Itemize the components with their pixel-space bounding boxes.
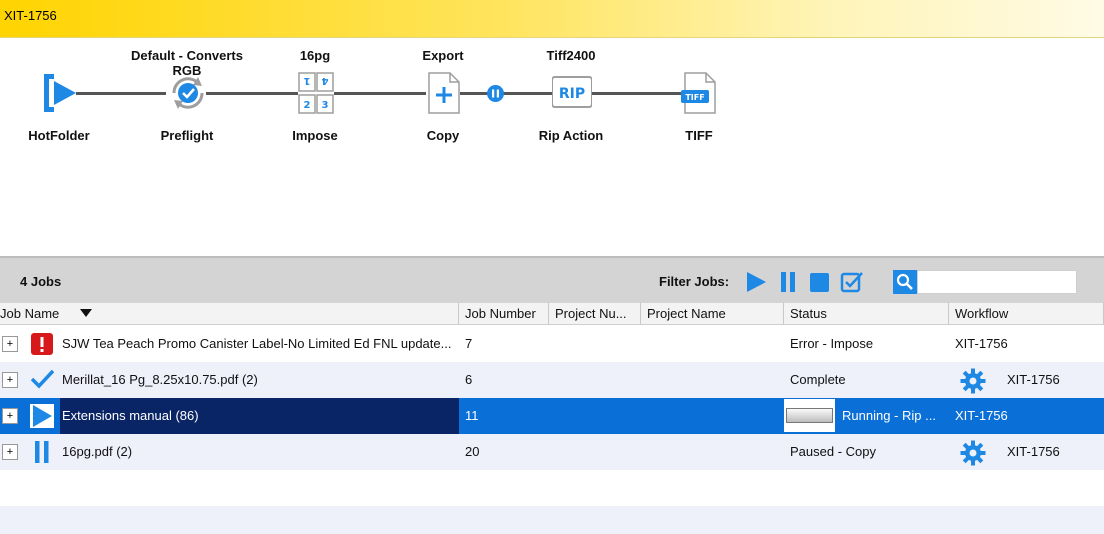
search-input[interactable] (917, 270, 1077, 294)
connector-line (592, 92, 682, 95)
node-bottom-label: Copy (426, 128, 460, 143)
error-icon (30, 332, 54, 356)
connector-line (206, 92, 298, 95)
node-bottom-label: TIFF (685, 128, 713, 143)
sort-descending-icon (80, 309, 92, 317)
filter-paused-button[interactable] (777, 270, 799, 294)
search-icon (896, 273, 913, 290)
node-top-label: 16pg (299, 48, 331, 63)
gear-icon[interactable] (960, 440, 986, 466)
preflight-icon (168, 71, 208, 115)
window-title: XIT-1756 (4, 8, 57, 23)
workflow-diagram: HotFolder Default - Converts RGB Preflig… (0, 38, 1104, 256)
node-bottom-label: Preflight (160, 128, 214, 143)
node-bottom-label: HotFolder (28, 128, 90, 143)
filter-running-button[interactable] (745, 270, 767, 294)
svg-text:1: 1 (303, 75, 310, 86)
column-label: Job Number (465, 306, 536, 321)
expand-button[interactable]: + (2, 408, 18, 424)
table-row[interactable]: + SJW Tea Peach Promo Canister Label-No … (0, 326, 1104, 362)
complete-check-icon (30, 368, 55, 392)
node-top-label: Tiff2400 (546, 48, 596, 63)
column-header-status[interactable]: Status (784, 303, 949, 325)
jobs-table-header: Job Name Job Number Project Nu... Projec… (0, 303, 1104, 325)
job-number: 7 (465, 336, 473, 351)
job-status: Error - Impose (790, 336, 874, 351)
column-label: Workflow (955, 306, 1009, 321)
svg-text:4: 4 (321, 75, 328, 86)
filter-jobs-label: Filter Jobs: (659, 274, 730, 289)
connector-line (460, 92, 552, 95)
jobs-toolbar: 4 Jobs Filter Jobs: (0, 256, 1104, 303)
column-header-project-number[interactable]: Project Nu... (549, 303, 641, 325)
job-workflow: XIT-1756 (1007, 372, 1060, 387)
job-name: SJW Tea Peach Promo Canister Label-No Li… (62, 336, 452, 351)
svg-text:2: 2 (304, 100, 311, 111)
progress-bar (784, 399, 835, 432)
job-status: Paused - Copy (790, 444, 876, 459)
job-workflow: XIT-1756 (955, 336, 1008, 351)
column-header-job-number[interactable]: Job Number (459, 303, 549, 325)
svg-text:RIP: RIP (559, 86, 585, 102)
job-number: 6 (465, 372, 473, 387)
column-label: Job Name (0, 306, 60, 321)
node-bottom-label: Impose (292, 128, 338, 143)
node-bottom-label: Rip Action (538, 128, 604, 143)
connector-line (334, 92, 426, 95)
svg-text:3: 3 (322, 100, 329, 111)
title-bar: XIT-1756 (0, 0, 1104, 38)
column-header-workflow[interactable]: Workflow (949, 303, 1104, 325)
column-header-project-name[interactable]: Project Name (641, 303, 784, 325)
node-top-label: Export (422, 48, 464, 63)
job-workflow: XIT-1756 (955, 408, 1008, 423)
search-button[interactable] (893, 270, 917, 294)
column-header-job-name[interactable]: Job Name (0, 303, 459, 325)
table-row[interactable]: + Merillat_16 Pg_8.25x10.75.pdf (2) 6 Co… (0, 362, 1104, 398)
copy-icon (424, 71, 464, 115)
job-workflow: XIT-1756 (1007, 444, 1060, 459)
job-status: Complete (790, 372, 846, 387)
expand-button[interactable]: + (2, 444, 18, 460)
connector-line (76, 92, 166, 95)
jobs-count: 4 Jobs (20, 274, 62, 289)
gear-icon[interactable] (960, 368, 986, 394)
job-number: 11 (465, 408, 479, 423)
job-number: 20 (465, 444, 480, 459)
job-name: 16pg.pdf (2) (62, 444, 133, 459)
job-status: Running - Rip ... (842, 408, 936, 423)
table-row-selected[interactable]: + Extensions manual (86) 11 Running - Ri… (0, 398, 1104, 434)
impose-icon: 1 4 2 3 (296, 71, 336, 115)
table-row[interactable]: + 16pg.pdf (2) 20 Paused - Copy XIT-1756 (0, 434, 1104, 470)
tiff-icon: TIFF (680, 71, 720, 115)
job-name: Extensions manual (86) (60, 398, 459, 434)
column-label: Status (790, 306, 827, 321)
paused-icon (30, 440, 54, 464)
job-name: Merillat_16 Pg_8.25x10.75.pdf (2) (62, 372, 258, 387)
pause-marker-icon[interactable] (487, 85, 504, 102)
column-label: Project Name (647, 306, 726, 321)
svg-text:TIFF: TIFF (685, 93, 704, 102)
filter-complete-button[interactable] (840, 270, 863, 294)
rip-icon: RIP (551, 71, 593, 115)
expand-button[interactable]: + (2, 336, 18, 352)
filter-stopped-button[interactable] (809, 270, 831, 294)
running-play-icon (30, 404, 54, 428)
column-label: Project Nu... (555, 306, 627, 321)
hotfolder-icon (40, 71, 80, 115)
expand-button[interactable]: + (2, 372, 18, 388)
empty-row-area (0, 506, 1104, 534)
progress-fill (786, 408, 833, 423)
